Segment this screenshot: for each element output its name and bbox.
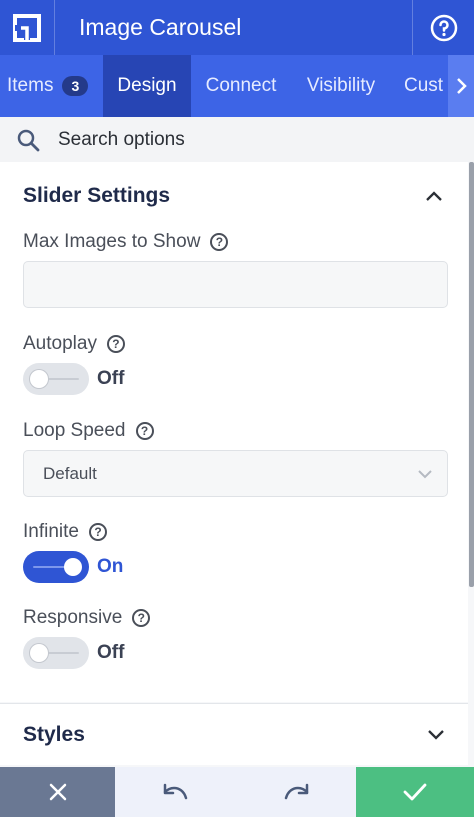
tab-visibility-label: Visibility xyxy=(306,75,376,96)
toggle-switch[interactable] xyxy=(23,363,89,395)
panel-title: Image Carousel xyxy=(79,14,242,40)
redo-icon xyxy=(284,783,309,800)
toggle-switch[interactable] xyxy=(23,551,89,583)
help-circle-icon xyxy=(430,14,457,41)
undo-button[interactable] xyxy=(115,767,236,817)
search-input[interactable] xyxy=(58,117,458,162)
help-button[interactable] xyxy=(412,0,474,55)
autoplay-state: Off xyxy=(97,368,125,389)
chevron-up-icon xyxy=(426,191,442,201)
infinite-toggle[interactable]: On xyxy=(23,551,123,583)
help-icon[interactable]: ? xyxy=(88,523,107,541)
checkmark-icon xyxy=(403,783,427,801)
tab-items-label: Items xyxy=(7,75,54,96)
infinite-label-row: Infinite ? xyxy=(23,521,107,543)
search-icon xyxy=(17,129,40,152)
styles-section-header[interactable]: Styles xyxy=(0,703,468,765)
loop-speed-label-row: Loop Speed ? xyxy=(23,420,154,442)
tab-design[interactable]: Design xyxy=(103,55,191,117)
infinite-label: Infinite xyxy=(23,521,79,542)
max-images-input[interactable] xyxy=(23,261,448,308)
undo-icon xyxy=(163,783,187,800)
autoplay-toggle[interactable]: Off xyxy=(23,363,124,395)
close-button[interactable] xyxy=(0,767,115,817)
slider-settings-header[interactable]: Slider Settings xyxy=(23,181,443,211)
help-icon[interactable]: ? xyxy=(132,609,151,627)
search-bar xyxy=(0,117,474,162)
tab-connect-label: Connect xyxy=(205,75,277,96)
section-title: Styles xyxy=(23,722,85,746)
autoplay-label: Autoplay xyxy=(23,333,97,354)
responsive-state: Off xyxy=(97,642,125,663)
tab-items[interactable]: Items 3 xyxy=(0,55,103,117)
close-icon xyxy=(49,783,66,801)
tab-custom-label: Cust xyxy=(404,75,444,96)
tab-design-label: Design xyxy=(117,75,177,96)
responsive-label: Responsive xyxy=(23,607,123,628)
chevron-down-icon xyxy=(428,729,444,740)
toggle-switch[interactable] xyxy=(23,637,89,669)
max-images-label: Max Images to Show xyxy=(23,231,201,252)
scrollbar[interactable] xyxy=(469,162,474,587)
chevron-down-icon xyxy=(418,469,432,478)
app-logo-button[interactable] xyxy=(0,0,55,55)
autoplay-label-row: Autoplay ? xyxy=(23,333,125,355)
slider-settings-section: Slider Settings Max Images to Show ? Aut… xyxy=(0,162,468,702)
app-logo-icon xyxy=(13,13,41,42)
items-count-badge: 3 xyxy=(62,76,89,96)
tab-connect[interactable]: Connect xyxy=(191,55,291,117)
responsive-label-row: Responsive ? xyxy=(23,607,151,629)
confirm-button[interactable] xyxy=(356,767,474,817)
section-title: Slider Settings xyxy=(23,184,171,207)
tab-visibility[interactable]: Visibility xyxy=(291,55,391,117)
help-icon[interactable]: ? xyxy=(106,335,125,353)
help-icon[interactable]: ? xyxy=(210,233,229,251)
header-bar: Image Carousel xyxy=(0,0,474,55)
loop-speed-value: Default xyxy=(43,463,97,483)
responsive-toggle[interactable]: Off xyxy=(23,637,124,669)
loop-speed-select[interactable]: Default xyxy=(23,450,448,497)
tab-bar: Items 3 Design Connect Visibility Cust xyxy=(0,55,474,117)
chevron-right-icon xyxy=(457,78,467,94)
max-images-label-row: Max Images to Show ? xyxy=(23,231,229,253)
redo-button[interactable] xyxy=(236,767,356,817)
tabs-scroll-right-button[interactable] xyxy=(448,55,474,117)
help-icon[interactable]: ? xyxy=(135,422,154,440)
footer-toolbar xyxy=(0,767,474,817)
infinite-state: On xyxy=(97,556,124,577)
loop-speed-label: Loop Speed xyxy=(23,420,126,441)
